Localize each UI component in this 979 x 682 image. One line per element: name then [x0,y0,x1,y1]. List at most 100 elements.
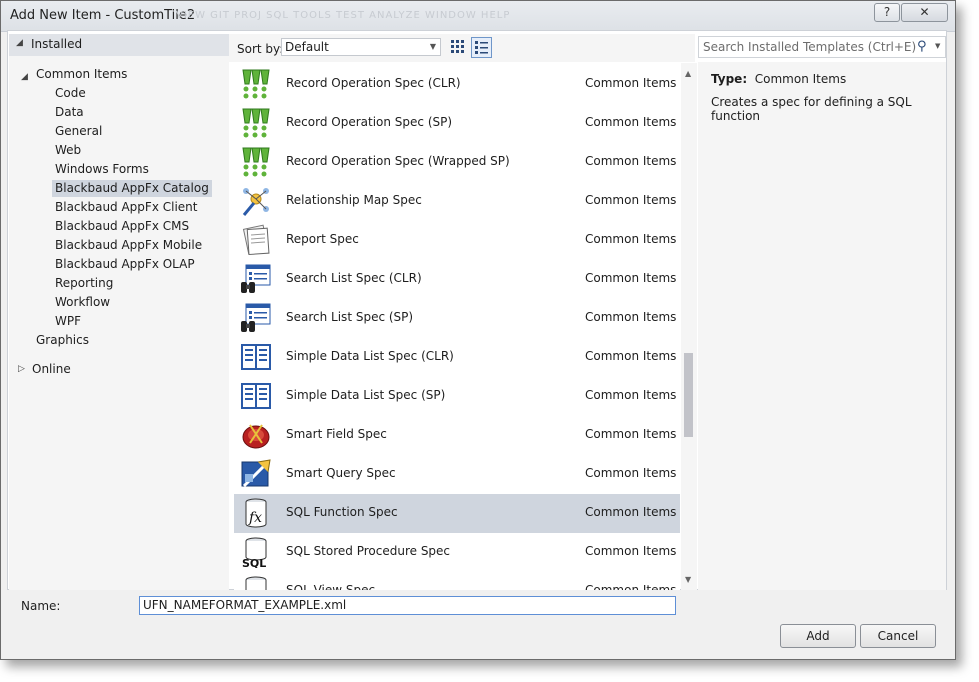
template-description: Creates a spec for defining a SQL functi… [711,95,912,123]
smart-query-icon [240,458,272,490]
tree-node-wpf[interactable]: WPF [52,313,84,330]
tree-node-blackbaud-appfx-mobile[interactable]: Blackbaud AppFx Mobile [52,237,205,254]
add-button[interactable]: Add [780,624,856,648]
template-category: Common Items [585,505,677,519]
template-name: SQL Function Spec [286,505,398,519]
template-row[interactable]: Simple Data List Spec (SP) Common Items [234,377,680,416]
sort-dropdown[interactable]: Default ▼ [281,38,441,56]
scroll-up-arrow-icon[interactable]: ▲ [685,69,691,78]
template-name: Smart Field Spec [286,427,387,441]
template-name: SQL Stored Procedure Spec [286,544,451,558]
template-name: Report Spec [286,232,359,246]
template-row[interactable]: Smart Field Spec Common Items [234,416,680,455]
tree-node-reporting[interactable]: Reporting [52,275,116,292]
template-row[interactable]: SQL SQL View Spec Common Items [234,572,680,590]
tree-node-data[interactable]: Data [52,104,87,121]
template-category: Common Items [585,115,677,129]
relationship-map-icon [240,185,272,217]
template-name: Search List Spec (SP) [286,310,414,324]
help-button[interactable]: ? [874,3,900,22]
report-icon [240,224,272,256]
template-name: Relationship Map Spec [286,193,422,207]
smart-field-icon [240,419,272,451]
record-operation-icon [240,68,272,100]
template-name: Record Operation Spec (SP) [286,115,453,129]
template-name: Simple Data List Spec (SP) [286,388,446,402]
collapse-arrow-icon[interactable]: ◢ [16,38,23,48]
search-list-icon [240,263,272,295]
template-category: Common Items [585,271,677,285]
dropdown-caret-icon: ▼ [429,42,436,51]
name-input[interactable]: UFN_NAMEFORMAT_EXAMPLE.xml [139,596,676,615]
type-line: Type: Common Items [711,72,846,86]
expand-arrow-icon[interactable]: ▷ [18,364,25,374]
template-category: Common Items [585,583,677,590]
search-options-caret-icon[interactable]: ▼ [935,42,940,50]
template-row[interactable]: Relationship Map Spec Common Items [234,182,680,221]
tree-node-blackbaud-appfx-client[interactable]: Blackbaud AppFx Client [52,199,200,216]
search-list-icon [240,302,272,334]
template-name: SQL View Spec [286,583,376,590]
tree-node-web[interactable]: Web [52,142,84,159]
template-row[interactable]: SQL SQL Stored Procedure Spec Common Items [234,533,680,572]
type-label: Type: [711,72,748,86]
sql-stored-procedure-icon: SQL [240,536,272,570]
dialog-title: Add New Item - CustomTile2 [10,8,196,23]
template-name: Record Operation Spec (Wrapped SP) [286,154,510,168]
scrollbar-thumb[interactable] [684,353,693,437]
template-row[interactable]: Smart Query Spec Common Items [234,455,680,494]
background-menu-ghost: VIEW GIT PROJ SQL TOOLS TEST ANALYZE WIN… [176,10,511,21]
template-category: Common Items [585,232,677,246]
search-templates-field[interactable]: Search Installed Templates (Ctrl+E) ⚲ ▼ [698,36,946,58]
tree-node-blackbaud-appfx-cms[interactable]: Blackbaud AppFx CMS [52,218,192,235]
type-value: Common Items [754,72,847,86]
template-row[interactable]: Search List Spec (SP) Common Items [234,299,680,338]
template-row[interactable]: Search List Spec (CLR) Common Items [234,260,680,299]
search-placeholder: Search Installed Templates (Ctrl+E) [703,40,917,54]
search-icon[interactable]: ⚲ [917,39,927,54]
template-row[interactable]: Record Operation Spec (SP) Common Items [234,104,680,143]
template-name: Record Operation Spec (CLR) [286,76,461,90]
scroll-down-arrow-icon[interactable]: ▼ [685,575,691,584]
simple-data-list-icon [240,341,272,373]
list-view-button[interactable] [471,37,492,58]
template-row[interactable]: Simple Data List Spec (CLR) Common Items [234,338,680,377]
tree-node-workflow[interactable]: Workflow [52,294,113,311]
template-category: Common Items [585,154,677,168]
tree-node-code[interactable]: Code [52,85,89,102]
sort-label: Sort by: [237,42,284,56]
cancel-button[interactable]: Cancel [860,624,936,648]
template-row[interactable]: Record Operation Spec (CLR) Common Items [234,65,680,104]
collapse-arrow-icon[interactable]: ◢ [21,72,28,82]
sort-value: Default [285,40,329,54]
tree-node-common-items[interactable]: Common Items [33,66,130,83]
template-row[interactable]: Record Operation Spec (Wrapped SP) Common… [234,143,680,182]
template-tree: ◢ Installed ◢ Common Items Code Data Gener… [9,34,229,590]
template-category: Common Items [585,76,677,90]
template-category: Common Items [585,427,677,441]
svg-text:SQL: SQL [242,557,266,568]
tree-node-blackbaud-appfx-olap[interactable]: Blackbaud AppFx OLAP [52,256,198,273]
sql-view-icon: SQL [240,575,272,590]
name-label: Name: [21,599,61,613]
tree-node-graphics[interactable]: Graphics [33,332,92,349]
sql-function-icon: fx [240,497,272,529]
template-category: Common Items [585,193,677,207]
medium-icons-view-button[interactable] [447,37,468,58]
tree-node-windows-forms[interactable]: Windows Forms [52,161,152,178]
installed-header[interactable]: ◢ Installed [9,34,229,56]
template-category: Common Items [585,544,677,558]
close-button[interactable]: ✕ [901,3,948,22]
tree-node-blackbaud-appfx-catalog[interactable]: Blackbaud AppFx Catalog [52,180,212,197]
template-list-scrollbar[interactable]: ▲ ▼ [681,63,697,590]
template-row[interactable]: Report Spec Common Items [234,221,680,260]
template-details-panel: Type: Common Items Creates a spec for de… [698,62,946,590]
template-category: Common Items [585,466,677,480]
simple-data-list-icon [240,380,272,412]
template-category: Common Items [585,349,677,363]
template-category: Common Items [585,388,677,402]
template-row[interactable]: fx SQL Function Spec Common Items [234,494,680,533]
record-operation-icon [240,107,272,139]
tree-node-online[interactable]: Online [29,361,74,378]
tree-node-general[interactable]: General [52,123,105,140]
